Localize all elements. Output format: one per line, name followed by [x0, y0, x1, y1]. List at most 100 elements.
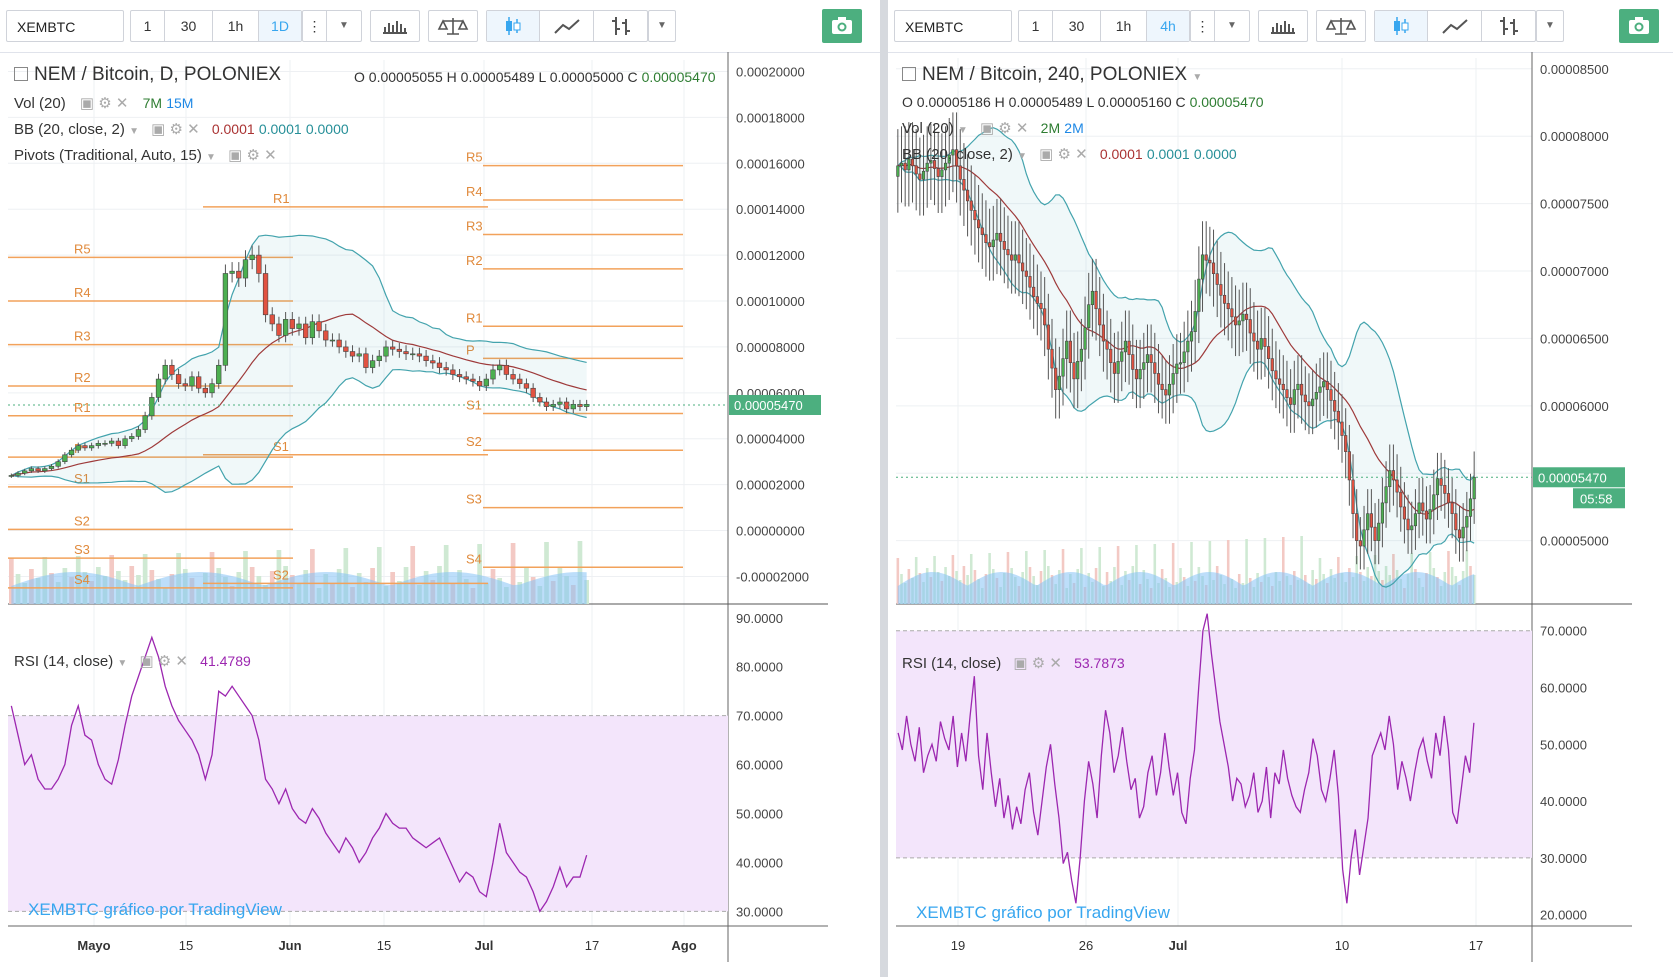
right-candle	[1105, 340, 1109, 350]
left-interval-dropdown-icon[interactable]: ▼	[327, 11, 361, 41]
left-interval-1[interactable]: 1	[131, 11, 165, 41]
right-candle	[1039, 303, 1043, 310]
right-vol-settings-icon[interactable]: ▣ ⚙ ✕	[980, 120, 1029, 137]
right-snapshot-button[interactable]	[1619, 9, 1659, 43]
left-line-style[interactable]	[540, 11, 594, 41]
right-interval-group: 1 30 1h 4h	[1018, 10, 1190, 42]
left-price-tick: 0.00012000	[736, 248, 805, 263]
left-symbol-input[interactable]: XEMBTC	[6, 10, 124, 42]
right-candle	[1355, 513, 1359, 541]
right-candle	[1153, 362, 1157, 374]
right-candle	[1377, 522, 1381, 541]
left-rsi-band	[8, 715, 728, 912]
right-interval-30[interactable]: 30	[1053, 11, 1101, 41]
right-watermark: XEMBTC gráfico por TradingView	[916, 903, 1170, 922]
right-style-dropdown[interactable]: ▼	[1536, 10, 1564, 42]
left-style-dropdown[interactable]: ▼	[648, 10, 676, 42]
left-compare-button[interactable]	[428, 10, 478, 42]
right-candle	[1098, 308, 1102, 326]
right-toolbar: XEMBTC 1 30 1h 4h ⋮ ▼ ▼	[888, 0, 1673, 53]
left-candle	[329, 339, 336, 342]
right-style-dropdown-icon: ▼	[1545, 20, 1555, 31]
left-snapshot-button[interactable]	[822, 9, 862, 43]
right-symbol-input[interactable]: XEMBTC	[894, 10, 1012, 42]
left-bars-style[interactable]	[594, 11, 647, 41]
right-candle	[1244, 313, 1249, 320]
left-candles-style[interactable]	[487, 11, 541, 41]
right-indicators-button[interactable]	[1258, 10, 1308, 42]
right-rsi-tick: 30.0000	[1540, 851, 1587, 866]
right-candles-style[interactable]	[1375, 11, 1429, 41]
right-interval-1[interactable]: 1	[1019, 11, 1053, 41]
right-time-tick: 19	[951, 938, 965, 953]
left-candle	[102, 443, 108, 445]
left-price-tick: 0.00018000	[736, 110, 805, 125]
right-low-value: 0.00005160	[1097, 94, 1172, 110]
left-candle	[236, 270, 242, 279]
right-bb-settings-icon[interactable]: ▣ ⚙ ✕	[1039, 146, 1088, 163]
right-candle	[1384, 486, 1388, 504]
right-candle	[973, 210, 977, 221]
right-chart-style-group	[1374, 10, 1536, 42]
left-candle	[262, 273, 269, 316]
right-candle	[1208, 259, 1212, 264]
right-l-label: L	[1086, 94, 1094, 110]
left-candle	[557, 401, 563, 405]
left-candle	[182, 383, 188, 387]
left-collapse-icon[interactable]	[14, 67, 28, 81]
right-line-style[interactable]	[1428, 11, 1482, 41]
left-rsi-settings-icon[interactable]: ▣ ⚙ ✕	[139, 653, 188, 670]
right-candle	[1296, 383, 1300, 390]
left-rsi-tick: 80.0000	[736, 660, 783, 675]
right-open-value: 0.00005186	[916, 94, 991, 110]
right-interval-1h[interactable]: 1h	[1101, 11, 1147, 41]
left-candle	[403, 351, 409, 355]
right-bars-style[interactable]	[1482, 11, 1535, 41]
left-bb-settings-icon[interactable]: ▣ ⚙ ✕	[151, 121, 200, 138]
left-chart-area[interactable]: 0.00020000 0.00018000 0.00016000 0.00014000…	[8, 52, 872, 972]
left-candle	[410, 353, 416, 356]
left-candle	[510, 374, 516, 380]
left-pivot-label: R2	[466, 253, 483, 268]
right-candle	[1417, 502, 1421, 514]
left-more-dots-icon[interactable]: ⋮	[303, 11, 327, 41]
left-series-legend: NEM / Bitcoin, D, POLONIEX	[14, 64, 281, 86]
right-candle	[1182, 351, 1186, 363]
left-candle	[189, 376, 195, 387]
left-bb-value-3: 0.0000	[305, 121, 349, 137]
right-candle	[988, 242, 992, 248]
right-candle	[1120, 351, 1124, 362]
right-rsi-settings-icon[interactable]: ▣ ⚙ ✕	[1013, 655, 1062, 672]
left-pivots-settings-icon[interactable]: ▣ ⚙ ✕	[228, 147, 277, 164]
right-interval-dropdown-icon[interactable]: ▼	[1215, 11, 1249, 41]
left-c-label: C	[627, 69, 638, 85]
left-interval-1h[interactable]: 1h	[213, 11, 259, 41]
left-indicators-button[interactable]	[370, 10, 420, 42]
right-chart-area[interactable]: 0.00008500 0.00008000 0.00007500 0.00007000…	[896, 52, 1666, 972]
compare-scales-icon	[437, 18, 469, 35]
right-candle	[1347, 451, 1351, 481]
right-bb-value-3: 0.0000	[1193, 146, 1237, 162]
right-candle	[940, 169, 944, 177]
left-candle	[396, 348, 402, 352]
right-candle	[1457, 529, 1462, 539]
left-rsi-tick: 70.0000	[736, 709, 783, 724]
left-candle	[390, 346, 396, 350]
left-interval-1d[interactable]: 1D	[259, 11, 301, 41]
right-candle	[1215, 273, 1219, 285]
left-h-label: H	[446, 69, 457, 85]
panel-divider[interactable]	[880, 0, 888, 977]
line-chart-icon	[553, 19, 580, 34]
left-close-value: 0.00005470	[641, 69, 716, 85]
left-pivot-label: S4	[74, 572, 90, 587]
left-candle	[369, 360, 376, 368]
right-collapse-icon[interactable]	[902, 67, 916, 81]
right-compare-button[interactable]	[1316, 10, 1366, 42]
right-interval-4h[interactable]: 4h	[1147, 11, 1189, 41]
left-vol-settings-icon[interactable]: ▣ ⚙ ✕	[80, 95, 129, 112]
right-candle	[1193, 311, 1197, 332]
right-more-dots-icon[interactable]: ⋮	[1191, 11, 1215, 41]
left-candle	[216, 364, 222, 384]
left-candle	[55, 461, 61, 467]
left-interval-30[interactable]: 30	[165, 11, 213, 41]
